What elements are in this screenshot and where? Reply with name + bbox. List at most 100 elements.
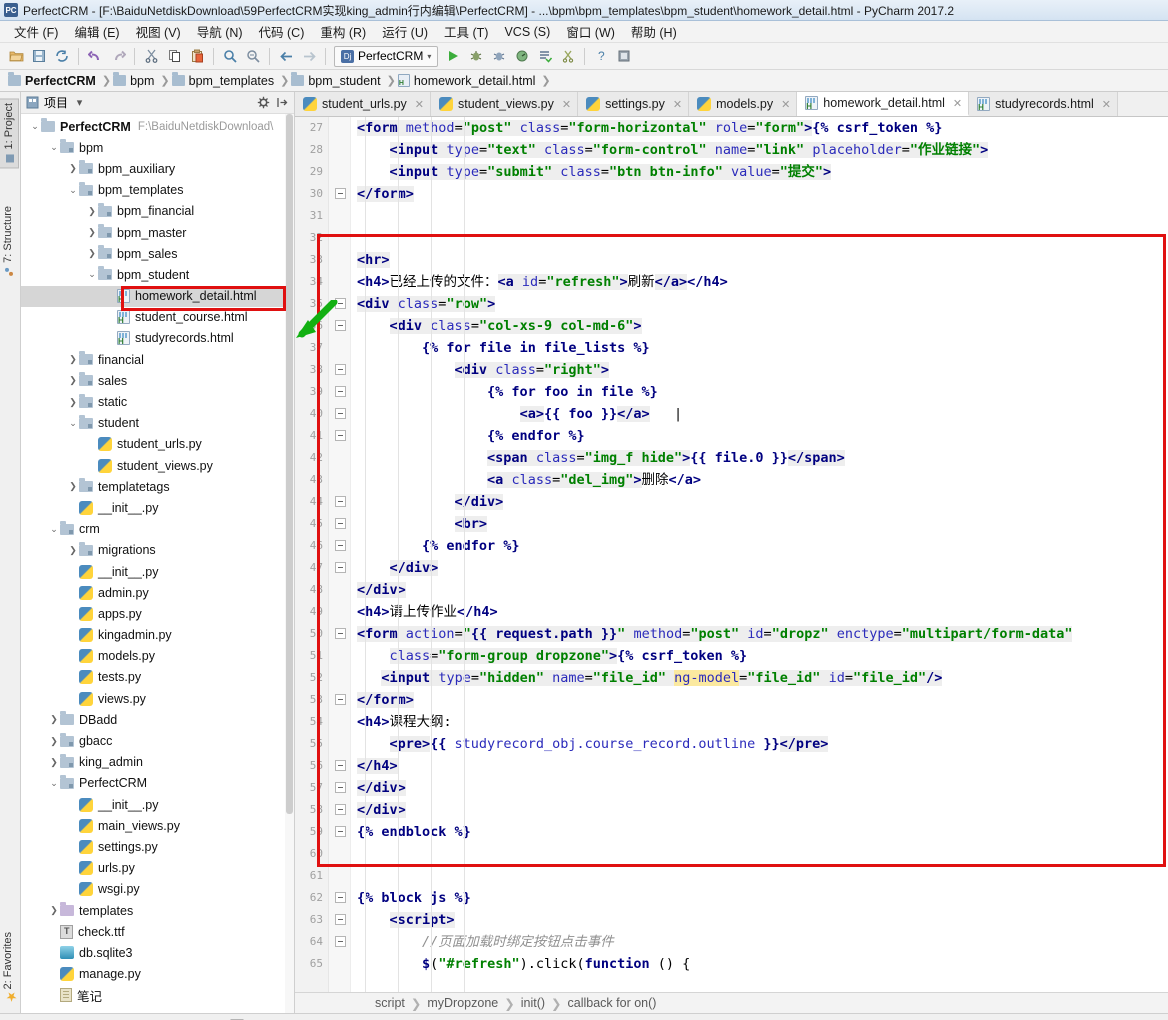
chevron-down-icon[interactable]: ⌄ xyxy=(48,142,60,153)
tree-item-perfectcrm[interactable]: ⌄ PerfectCRM F:\BaiduNetdiskDownload\ xyxy=(21,116,294,137)
settings-icon[interactable] xyxy=(613,46,635,67)
tree-item-bpm-financial[interactable]: ❯ bpm_financial xyxy=(21,201,294,222)
tree-item-init-py[interactable]: __init__.py xyxy=(21,497,294,518)
tree-item-bpm-auxiliary[interactable]: ❯ bpm_auxiliary xyxy=(21,158,294,179)
menu-edit[interactable]: 编辑 (E) xyxy=(66,20,127,43)
code-line[interactable]: {% endfor %} xyxy=(357,535,1168,557)
tree-item-[interactable]: 笔记 xyxy=(21,985,294,1006)
menu-view[interactable]: 视图 (V) xyxy=(128,20,189,43)
tree-item-student-urls-py[interactable]: student_urls.py xyxy=(21,434,294,455)
save-all-icon[interactable] xyxy=(28,46,50,67)
menu-run[interactable]: 运行 (U) xyxy=(374,20,436,43)
fold-marker[interactable] xyxy=(335,914,346,925)
tree-item-bpm-templates[interactable]: ⌄ bpm_templates xyxy=(21,180,294,201)
tree-item-homework-detail-html[interactable]: homework_detail.html xyxy=(21,285,294,307)
menu-bar[interactable]: 文件 (F) 编辑 (E) 视图 (V) 导航 (N) 代码 (C) 重构 (R… xyxy=(0,21,1168,43)
code-line[interactable]: </div> xyxy=(357,777,1168,799)
close-icon[interactable]: ✕ xyxy=(415,98,424,111)
close-icon[interactable]: ✕ xyxy=(953,97,962,110)
code-line[interactable]: <h4>课程大纲: xyxy=(357,711,1168,733)
fold-marker[interactable] xyxy=(335,540,346,551)
fold-marker[interactable] xyxy=(335,496,346,507)
chevron-right-icon[interactable]: ❯ xyxy=(67,397,79,408)
tree-item-bpm[interactable]: ⌄ bpm xyxy=(21,137,294,158)
tree-item-bpm-master[interactable]: ❯ bpm_master xyxy=(21,222,294,243)
tree-item-wsgi-py[interactable]: wsgi.py xyxy=(21,879,294,900)
code-line[interactable] xyxy=(357,205,1168,227)
fold-marker[interactable] xyxy=(335,386,346,397)
nav-crumb-script[interactable]: script xyxy=(375,996,405,1010)
status-run[interactable]: 运行 xyxy=(306,1015,368,1020)
breadcrumb-item-perfectcrm[interactable]: PerfectCRM xyxy=(6,72,102,88)
code-line[interactable]: <a class="del_img">删除</a> xyxy=(357,469,1168,491)
fold-marker[interactable] xyxy=(335,518,346,529)
tree-item-manage-py[interactable]: manage.py xyxy=(21,964,294,985)
chevron-right-icon[interactable]: ❯ xyxy=(48,736,60,747)
fold-marker[interactable] xyxy=(335,892,346,903)
code-line[interactable]: <div class="row"> xyxy=(357,293,1168,315)
code-line[interactable]: <script> xyxy=(357,909,1168,931)
editor-tab-homework-detail-html[interactable]: homework_detail.html ✕ xyxy=(797,92,970,116)
find-icon[interactable] xyxy=(219,46,241,67)
tree-item-apps-py[interactable]: apps.py xyxy=(21,603,294,624)
code-line[interactable]: </div> xyxy=(357,491,1168,513)
tree-item-studyrecords-html[interactable]: studyrecords.html xyxy=(21,328,294,349)
tree-item-dbadd[interactable]: ❯ DBadd xyxy=(21,709,294,730)
tree-item-db-sqlite3[interactable]: db.sqlite3 xyxy=(21,942,294,963)
tree-item-static[interactable]: ❯ static xyxy=(21,391,294,412)
sidebar-tab-favorites[interactable]: ★ 2: Favorites xyxy=(0,928,18,1007)
open-folder-icon[interactable] xyxy=(5,46,27,67)
sidebar-tab-project[interactable]: 1: Project xyxy=(0,98,19,169)
chevron-down-icon[interactable]: ⌄ xyxy=(48,778,60,789)
paste-icon[interactable] xyxy=(186,46,208,67)
breadcrumb-item-bpm-student[interactable]: bpm_student xyxy=(289,72,386,88)
chevron-down-icon[interactable]: ⌄ xyxy=(29,121,41,132)
chevron-down-icon[interactable]: ▾ xyxy=(427,52,431,61)
find-replace-icon[interactable] xyxy=(242,46,264,67)
menu-code[interactable]: 代码 (C) xyxy=(251,20,313,43)
fold-marker[interactable] xyxy=(335,430,346,441)
menu-help[interactable]: 帮助 (H) xyxy=(623,20,685,43)
code-line[interactable]: <br> xyxy=(357,513,1168,535)
code-line[interactable]: $("#refresh").click(function () { xyxy=(357,953,1168,975)
chevron-right-icon[interactable]: ❯ xyxy=(48,757,60,768)
nav-crumb-callback[interactable]: callback for on() xyxy=(568,996,657,1010)
code-line[interactable]: class="form-group dropzone">{% csrf_toke… xyxy=(357,645,1168,667)
tree-item-admin-py[interactable]: admin.py xyxy=(21,582,294,603)
code-line[interactable]: <form action="{{ request.path }}" method… xyxy=(357,623,1168,645)
tree-item-migrations[interactable]: ❯ migrations xyxy=(21,540,294,561)
fold-marker[interactable] xyxy=(335,826,346,837)
code-line[interactable]: </h4> xyxy=(357,755,1168,777)
chevron-right-icon[interactable]: ❯ xyxy=(48,905,60,916)
menu-vcs[interactable]: VCS (S) xyxy=(496,23,558,41)
chevron-right-icon[interactable]: ❯ xyxy=(67,163,79,174)
undo-icon[interactable] xyxy=(84,46,106,67)
code-line[interactable]: </form> xyxy=(357,689,1168,711)
fold-marker[interactable] xyxy=(335,364,346,375)
menu-file[interactable]: 文件 (F) xyxy=(6,20,66,43)
tree-item-bpm-sales[interactable]: ❯ bpm_sales xyxy=(21,243,294,264)
code-line[interactable]: {% endblock %} xyxy=(357,821,1168,843)
fold-marker[interactable] xyxy=(335,408,346,419)
project-tree[interactable]: ⌄ PerfectCRM F:\BaiduNetdiskDownload\ ⌄ bpm ❯… xyxy=(21,114,294,1013)
fold-marker[interactable] xyxy=(335,628,346,639)
status-todo[interactable]: 6: TODO xyxy=(4,1017,93,1020)
breadcrumb-item-homework-detail[interactable]: homework_detail.html xyxy=(396,74,542,88)
cut-icon[interactable] xyxy=(140,46,162,67)
copy-icon[interactable] xyxy=(163,46,185,67)
tree-scroll-thumb[interactable] xyxy=(286,114,293,814)
code-line[interactable] xyxy=(357,843,1168,865)
sidebar-tab-structure[interactable]: 7: Structure xyxy=(0,202,17,281)
tree-item-settings-py[interactable]: settings.py xyxy=(21,836,294,857)
tree-item-gbacc[interactable]: ❯ gbacc xyxy=(21,730,294,751)
close-icon[interactable]: ✕ xyxy=(1102,98,1111,111)
tree-item-views-py[interactable]: views.py xyxy=(21,688,294,709)
code-line[interactable]: //页面加载时绑定按钮点击事件 xyxy=(357,931,1168,953)
tree-item-main-views-py[interactable]: main_views.py xyxy=(21,815,294,836)
chevron-down-icon[interactable]: ⌄ xyxy=(67,418,79,429)
code-line[interactable]: {% for file in file_lists %} xyxy=(357,337,1168,359)
close-icon[interactable]: ✕ xyxy=(562,98,571,111)
editor-tab-bar[interactable]: student_urls.py ✕ student_views.py ✕ setting… xyxy=(295,92,1168,117)
chevron-down-icon[interactable]: ▾ xyxy=(72,95,87,110)
menu-refactor[interactable]: 重构 (R) xyxy=(312,20,374,43)
